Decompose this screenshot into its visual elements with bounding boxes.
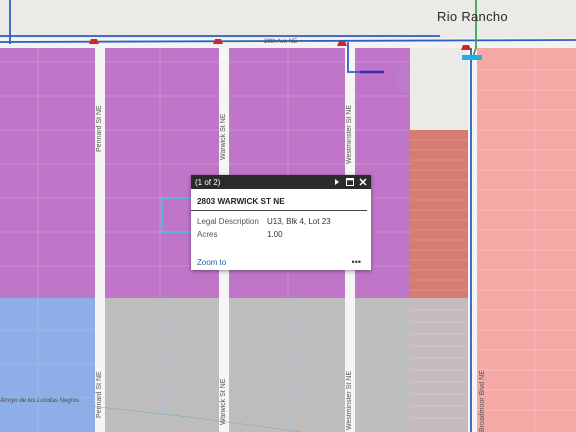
attribute-table: Legal Description U13, Blk 4, Lot 23 Acr… [197,215,331,241]
street-broadmoor [468,48,477,432]
street-label-warwick: Warwick St NE [220,113,227,160]
next-feature-icon[interactable] [333,178,341,186]
attribute-row: Acres 1.00 [197,228,331,241]
street-label-broadmoor: Broadmoor Blvd NE [479,370,486,432]
popup-title: 2803 WARWICK ST NE [191,189,367,211]
arroyo-label: Arroyo de los Lomitas Negros [0,398,80,404]
attribute-value: U13, Blk 4, Lot 23 [267,217,331,226]
street-label-westminster: Westminster St NE [346,105,353,164]
parcel-zone-blue [0,298,95,432]
more-options-button[interactable]: ••• [352,257,361,267]
close-icon[interactable] [359,178,367,186]
street-label-warwick-lower: Warwick St NE [220,378,227,425]
zoom-to-link[interactable]: Zoom to [197,258,226,267]
attribute-label: Acres [197,230,218,239]
attribute-row: Legal Description U13, Blk 4, Lot 23 [197,215,331,228]
street-label-westminster-lower: Westminster St NE [346,371,353,430]
street-label-pennard: Pennard St NE [96,105,103,152]
street-label-pennard-lower: Pennard St NE [96,371,103,418]
popup-footer: Zoom to ••• [197,257,361,267]
feature-popup: (1 of 2) 2803 WARWICK ST NE Legal Descri… [191,175,371,270]
popup-header: (1 of 2) [191,175,371,189]
parcel-zone-red [410,130,468,298]
popup-counter: (1 of 2) [195,177,221,187]
road-label: 28th Ave NE [264,39,298,45]
city-label: Rio Rancho [437,9,508,24]
parcel-zone-pink [477,48,576,432]
maximize-icon[interactable] [346,178,354,186]
attribute-value: 1.00 [267,230,283,239]
attribute-label: Legal Description [197,217,259,226]
